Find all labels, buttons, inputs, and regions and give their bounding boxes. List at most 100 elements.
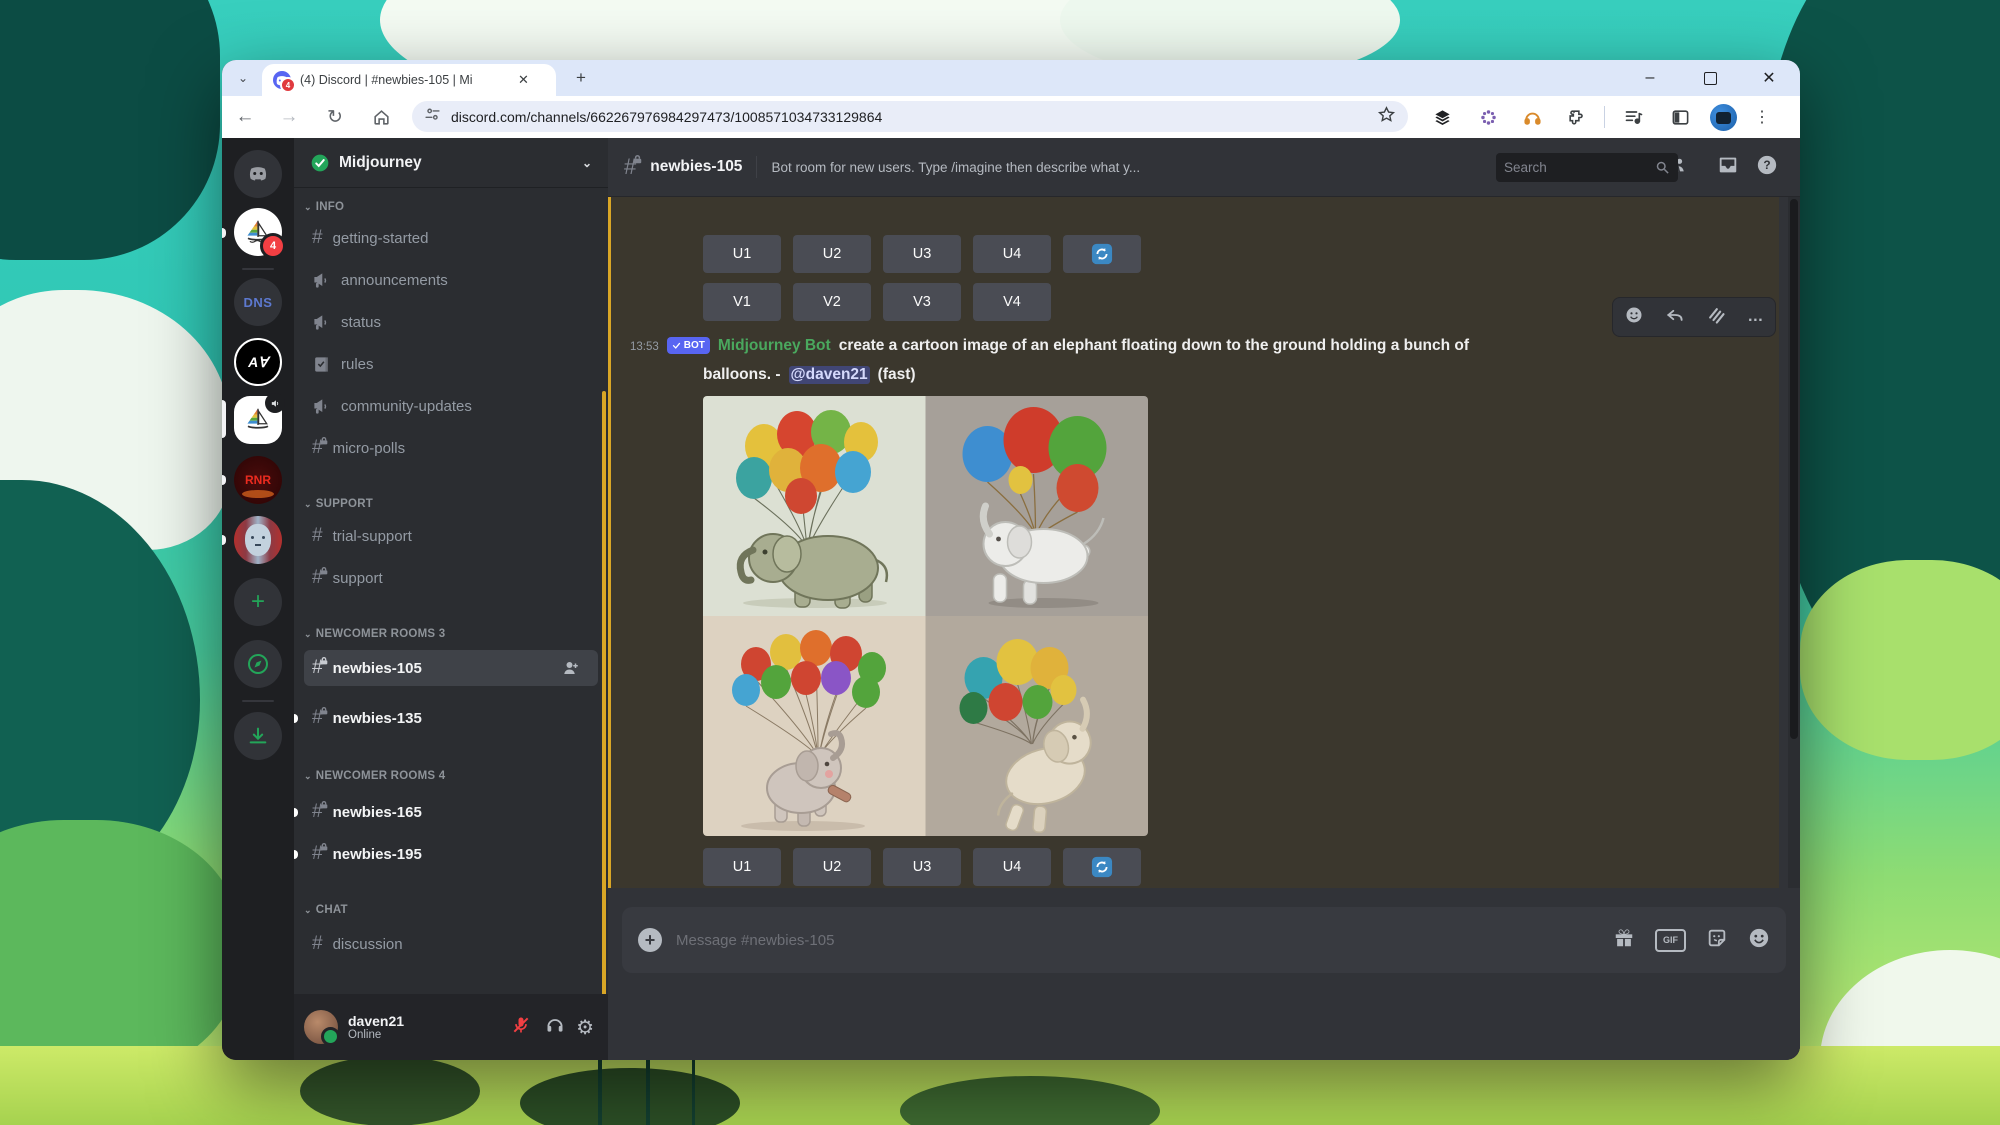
upscale-button-u4[interactable]: U4 xyxy=(973,235,1051,273)
inbox-icon[interactable] xyxy=(1717,154,1739,181)
channel-rules[interactable]: rules xyxy=(312,348,374,380)
variation-button-v1[interactable]: V1 xyxy=(703,283,781,321)
upscale-button-u3[interactable]: U3 xyxy=(883,848,961,886)
unread-pill-midjourney xyxy=(222,228,226,238)
category-newcomer-rooms-4[interactable]: ⌄NEWCOMER ROOMS 4 xyxy=(304,770,445,782)
url-text: discord.com/channels/662267976984297473/… xyxy=(451,109,1377,125)
midjourney-image-grid[interactable] xyxy=(703,396,1148,836)
channel-discussion[interactable]: #discussion xyxy=(312,928,403,960)
rerun-button[interactable] xyxy=(1063,848,1141,886)
mic-muted-icon[interactable] xyxy=(511,1015,531,1040)
gift-icon[interactable] xyxy=(1613,927,1635,954)
server-rnr[interactable]: RNR xyxy=(234,456,282,504)
upscale-button-u2[interactable]: U2 xyxy=(793,235,871,273)
bookmark-star-icon[interactable] xyxy=(1377,105,1396,129)
rerun-button[interactable] xyxy=(1063,235,1141,273)
channel-newbies-195[interactable]: # newbies-195 xyxy=(312,838,422,870)
channel-newbies-105[interactable]: # newbies-105 xyxy=(312,652,422,684)
channel-support[interactable]: # support xyxy=(312,562,383,594)
settings-gear-icon[interactable]: ⚙ xyxy=(576,1015,594,1040)
upscale-button-u3[interactable]: U3 xyxy=(883,235,961,273)
invite-member-icon[interactable] xyxy=(562,659,580,682)
emoji-picker-icon[interactable] xyxy=(1748,927,1770,954)
image-elephant-bottom-right xyxy=(926,616,1149,836)
chat-scrollbar-thumb[interactable] xyxy=(1790,199,1798,739)
message-list[interactable]: U1 U2 U3 U4 V1 V2 V3 V4 xyxy=(608,197,1800,888)
channel-newbies-135[interactable]: # newbies-135 xyxy=(312,702,422,734)
explore-button[interactable] xyxy=(234,640,282,688)
extensions-puzzle-icon[interactable] xyxy=(1558,96,1594,138)
variation-button-v2[interactable]: V2 xyxy=(793,283,871,321)
extension-layers-icon[interactable] xyxy=(1424,96,1460,138)
channel-newbies-165[interactable]: # newbies-165 xyxy=(312,796,422,828)
variation-button-v4[interactable]: V4 xyxy=(973,283,1051,321)
address-bar[interactable]: discord.com/channels/662267976984297473/… xyxy=(412,101,1408,132)
add-server-button[interactable]: + xyxy=(234,578,282,626)
upscale-button-u1[interactable]: U1 xyxy=(703,848,781,886)
rail-divider-2 xyxy=(242,700,274,702)
download-apps-button[interactable] xyxy=(234,712,282,760)
reload-button[interactable]: ↻ xyxy=(318,96,352,138)
user-mention[interactable]: @daven21 xyxy=(789,366,870,384)
extension-headphones-icon[interactable] xyxy=(1514,96,1550,138)
category-newcomer-rooms-3[interactable]: ⌄NEWCOMER ROOMS 3 xyxy=(304,628,445,640)
upscale-button-u1[interactable]: U1 xyxy=(703,235,781,273)
help-icon[interactable]: ? xyxy=(1756,154,1778,181)
search-box[interactable]: Search xyxy=(1496,153,1678,182)
sticker-icon[interactable] xyxy=(1706,927,1728,954)
reply-icon[interactable] xyxy=(1665,305,1685,330)
channel-trial-support[interactable]: #trial-support xyxy=(312,520,412,552)
unread-dot xyxy=(294,850,298,859)
attach-plus-icon[interactable]: + xyxy=(638,928,662,952)
server-dns[interactable]: DNS xyxy=(234,278,282,326)
server-header[interactable]: Midjourney ⌄ xyxy=(294,138,608,188)
channel-getting-started[interactable]: #getting-started xyxy=(312,222,428,254)
extension-flower-icon[interactable] xyxy=(1470,96,1506,138)
create-thread-icon[interactable] xyxy=(1706,305,1726,330)
chevron-down-icon: ⌄ xyxy=(304,905,312,916)
back-button[interactable]: ← xyxy=(228,96,262,138)
channel-topic[interactable]: Bot room for new users. Type /imagine th… xyxy=(771,160,1524,175)
category-chat[interactable]: ⌄CHAT xyxy=(304,904,348,916)
channel-micro-polls[interactable]: # micro-polls xyxy=(312,432,405,464)
user-avatar[interactable] xyxy=(304,1010,338,1044)
sidebar-scrollbar[interactable] xyxy=(602,391,606,1001)
gif-picker-icon[interactable]: GIF xyxy=(1655,929,1686,952)
tab-search-button[interactable]: ⌄ xyxy=(230,66,256,90)
window-minimize-button[interactable]: – xyxy=(1627,60,1673,96)
window-close-button[interactable]: ✕ xyxy=(1746,60,1792,96)
author-name[interactable]: Midjourney Bot xyxy=(718,337,831,355)
wallpaper-leaves-right xyxy=(1800,560,2000,760)
new-tab-button[interactable]: + xyxy=(568,66,594,90)
channel-community-updates[interactable]: community-updates xyxy=(312,390,472,422)
server-midjourney[interactable]: 4 xyxy=(234,208,282,256)
more-options-icon[interactable]: … xyxy=(1747,308,1764,326)
media-controls-icon[interactable] xyxy=(1616,96,1652,138)
side-panel-icon[interactable] xyxy=(1662,96,1698,138)
channel-announcements[interactable]: announcements xyxy=(312,264,448,296)
server-alephnull[interactable]: A∀ xyxy=(234,338,282,386)
upscale-button-u2[interactable]: U2 xyxy=(793,848,871,886)
chat-scrollbar-track[interactable] xyxy=(1788,197,1800,888)
server-mask[interactable] xyxy=(234,516,282,564)
tab-close-icon[interactable]: ✕ xyxy=(518,72,529,88)
server-midjourney-voice[interactable] xyxy=(234,396,282,444)
category-support[interactable]: ⌄SUPPORT xyxy=(304,498,373,510)
site-info-icon[interactable] xyxy=(424,106,441,128)
profile-avatar[interactable] xyxy=(1710,104,1737,131)
variation-button-v3[interactable]: V3 xyxy=(883,283,961,321)
channel-status[interactable]: status xyxy=(312,306,381,338)
add-reaction-icon[interactable] xyxy=(1624,305,1644,330)
window-maximize-button[interactable] xyxy=(1687,60,1733,96)
message-text: balloons. - xyxy=(703,366,781,384)
category-info[interactable]: ⌄INFO xyxy=(304,201,344,213)
forward-button[interactable]: → xyxy=(272,96,306,138)
browser-tab[interactable]: 4 (4) Discord | #newbies-105 | Mi ✕ xyxy=(262,64,556,96)
upscale-button-u4[interactable]: U4 xyxy=(973,848,1051,886)
deafen-headphones-icon[interactable] xyxy=(545,1015,565,1040)
server-discord-home[interactable] xyxy=(234,150,282,198)
home-button[interactable] xyxy=(364,96,398,138)
message-text-suffix: (fast) xyxy=(878,366,916,384)
message-input[interactable]: + Message #newbies-105 GIF xyxy=(622,907,1786,973)
browser-menu-kebab-icon[interactable]: ⋮ xyxy=(1744,96,1780,138)
